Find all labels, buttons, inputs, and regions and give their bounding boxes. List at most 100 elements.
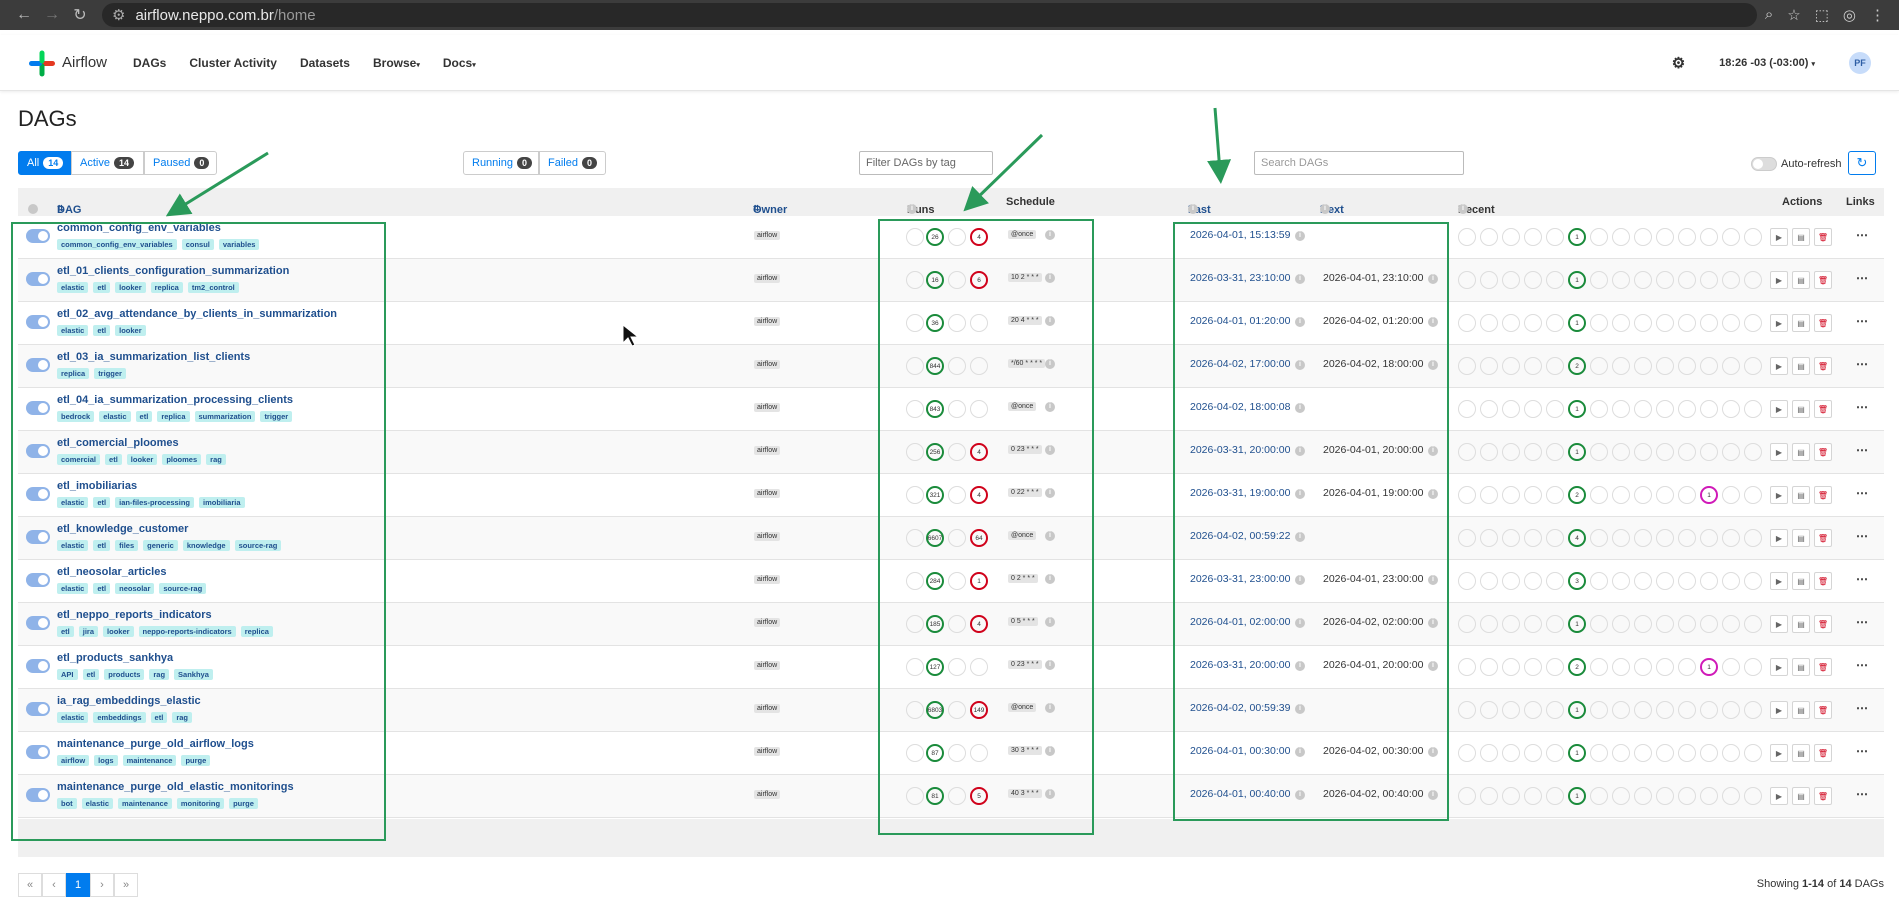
runs-success-circle[interactable]: 26 bbox=[926, 228, 944, 246]
schedule-badge[interactable]: 30 3 * * * bbox=[1008, 746, 1042, 755]
schedule-badge[interactable]: 20 4 * * * bbox=[1008, 316, 1042, 325]
ellipsis-icon[interactable]: ⋯ bbox=[1856, 787, 1868, 801]
runs-failed-circle[interactable]: 64 bbox=[970, 529, 988, 547]
last-run-link[interactable]: 2026-04-01, 00:40:00 bbox=[1190, 788, 1290, 800]
profile-icon[interactable]: ◎ bbox=[1843, 6, 1856, 24]
code-button[interactable]: ▤ bbox=[1792, 228, 1810, 246]
info-icon[interactable]: i bbox=[907, 204, 917, 214]
runs-success-circle[interactable]: 843 bbox=[926, 400, 944, 418]
runs-success-circle[interactable]: 321 bbox=[926, 486, 944, 504]
recent-task-circle[interactable] bbox=[1634, 228, 1652, 246]
recent-task-circle[interactable] bbox=[1722, 314, 1740, 332]
dag-tag[interactable]: purge bbox=[181, 755, 211, 766]
recent-task-circle[interactable] bbox=[1480, 615, 1498, 633]
dag-tag[interactable]: generic bbox=[143, 540, 178, 551]
runs-queued-circle[interactable] bbox=[906, 787, 924, 805]
owner-badge[interactable]: airflow bbox=[754, 790, 781, 799]
zoom-icon[interactable]: ⌕ bbox=[1765, 6, 1773, 24]
address-bar[interactable]: ⚙ airflow.neppo.com.br/home bbox=[102, 3, 1757, 27]
extensions-icon[interactable]: ⬚ bbox=[1815, 6, 1829, 24]
delete-dag-button[interactable]: 🗑 bbox=[1814, 701, 1832, 719]
dag-tag[interactable]: consul bbox=[181, 239, 214, 250]
schedule-badge[interactable]: 0 2 * * * bbox=[1008, 574, 1038, 583]
recent-task-circle[interactable] bbox=[1722, 443, 1740, 461]
recent-task-circle[interactable] bbox=[1744, 486, 1762, 504]
info-icon[interactable]: i bbox=[1045, 402, 1055, 412]
delete-dag-button[interactable]: 🗑 bbox=[1814, 787, 1832, 805]
recent-task-circle[interactable] bbox=[1722, 271, 1740, 289]
dag-name-link[interactable]: ia_rag_embeddings_elastic bbox=[57, 695, 201, 707]
code-button[interactable]: ▤ bbox=[1792, 744, 1810, 762]
dag-tag[interactable]: elastic bbox=[57, 325, 89, 336]
recent-task-circle[interactable] bbox=[1634, 271, 1652, 289]
recent-task-circle[interactable] bbox=[1524, 701, 1542, 719]
trigger-dag-button[interactable]: ▶ bbox=[1770, 744, 1788, 762]
recent-task-circle[interactable] bbox=[1722, 701, 1740, 719]
runs-running-circle[interactable] bbox=[948, 529, 966, 547]
info-icon[interactable]: i bbox=[1428, 274, 1438, 284]
dag-name-link[interactable]: etl_04_ia_summarization_processing_clien… bbox=[57, 394, 293, 406]
runs-failed-circle[interactable] bbox=[970, 400, 988, 418]
dag-name-link[interactable]: etl_02_avg_attendance_by_clients_in_summ… bbox=[57, 308, 337, 320]
info-icon[interactable]: i bbox=[1045, 316, 1055, 326]
pause-toggle[interactable] bbox=[26, 530, 50, 544]
dag-tag[interactable]: maintenance bbox=[118, 798, 172, 809]
info-icon[interactable]: i bbox=[1295, 747, 1305, 757]
runs-queued-circle[interactable] bbox=[906, 228, 924, 246]
recent-task-circle[interactable] bbox=[1612, 314, 1630, 332]
info-icon[interactable]: i bbox=[1458, 204, 1468, 214]
recent-task-circle[interactable] bbox=[1722, 529, 1740, 547]
info-icon[interactable]: i bbox=[1045, 488, 1055, 498]
recent-task-circle[interactable] bbox=[1678, 400, 1696, 418]
page-current-button[interactable]: 1 bbox=[66, 873, 90, 897]
dag-name-link[interactable]: etl_comercial_ploomes bbox=[57, 437, 179, 449]
info-icon[interactable]: i bbox=[1295, 489, 1305, 499]
recent-task-circle[interactable] bbox=[1678, 572, 1696, 590]
recent-task-circle[interactable] bbox=[1656, 529, 1674, 547]
info-icon[interactable]: i bbox=[1320, 204, 1330, 214]
pause-toggle[interactable] bbox=[26, 229, 50, 243]
recent-task-circle[interactable]: 2 bbox=[1568, 357, 1586, 375]
recent-task-circle[interactable]: 4 bbox=[1568, 529, 1586, 547]
airflow-logo[interactable]: Airflow bbox=[28, 49, 107, 77]
dag-tag[interactable]: products bbox=[104, 669, 145, 680]
dag-tag[interactable]: etl bbox=[57, 626, 74, 637]
recent-task-circle[interactable] bbox=[1458, 357, 1476, 375]
owner-badge[interactable]: airflow bbox=[754, 403, 781, 412]
runs-queued-circle[interactable] bbox=[906, 314, 924, 332]
last-run-link[interactable]: 2026-04-01, 15:13:59 bbox=[1190, 229, 1290, 241]
recent-task-circle[interactable]: 1 bbox=[1568, 787, 1586, 805]
recent-task-circle[interactable] bbox=[1480, 357, 1498, 375]
dag-name-link[interactable]: etl_01_clients_configuration_summarizati… bbox=[57, 265, 289, 277]
recent-task-circle[interactable] bbox=[1590, 400, 1608, 418]
last-run-link[interactable]: 2026-03-31, 23:00:00 bbox=[1190, 573, 1290, 585]
dag-tag[interactable]: source-rag bbox=[159, 583, 207, 594]
recent-task-circle[interactable]: 1 bbox=[1568, 400, 1586, 418]
refresh-button[interactable]: ↻ bbox=[1848, 151, 1876, 175]
page-prev-button[interactable]: ‹ bbox=[42, 873, 66, 897]
info-icon[interactable]: i bbox=[1045, 703, 1055, 713]
dag-tag[interactable]: etl bbox=[135, 411, 153, 422]
avatar[interactable]: PF bbox=[1849, 51, 1871, 74]
recent-task-circle[interactable] bbox=[1722, 486, 1740, 504]
ellipsis-icon[interactable]: ⋯ bbox=[1856, 572, 1868, 586]
runs-success-circle[interactable]: 36 bbox=[926, 314, 944, 332]
runs-queued-circle[interactable] bbox=[906, 744, 924, 762]
info-icon[interactable]: i bbox=[1428, 618, 1438, 628]
info-icon[interactable]: i bbox=[1045, 273, 1055, 283]
recent-task-circle[interactable] bbox=[1480, 787, 1498, 805]
info-icon[interactable]: i bbox=[1045, 660, 1055, 670]
recent-task-circle[interactable] bbox=[1722, 400, 1740, 418]
trigger-dag-button[interactable]: ▶ bbox=[1770, 486, 1788, 504]
recent-task-circle[interactable] bbox=[1480, 486, 1498, 504]
recent-task-circle[interactable] bbox=[1458, 529, 1476, 547]
recent-task-circle[interactable]: 1 bbox=[1568, 228, 1586, 246]
recent-task-circle[interactable] bbox=[1678, 357, 1696, 375]
pause-toggle[interactable] bbox=[26, 315, 50, 329]
runs-failed-circle[interactable]: 6 bbox=[970, 271, 988, 289]
recent-task-circle[interactable] bbox=[1524, 357, 1542, 375]
trigger-dag-button[interactable]: ▶ bbox=[1770, 271, 1788, 289]
owner-badge[interactable]: airflow bbox=[754, 532, 781, 541]
recent-task-circle[interactable] bbox=[1744, 572, 1762, 590]
dag-tag[interactable]: neosolar bbox=[115, 583, 155, 594]
